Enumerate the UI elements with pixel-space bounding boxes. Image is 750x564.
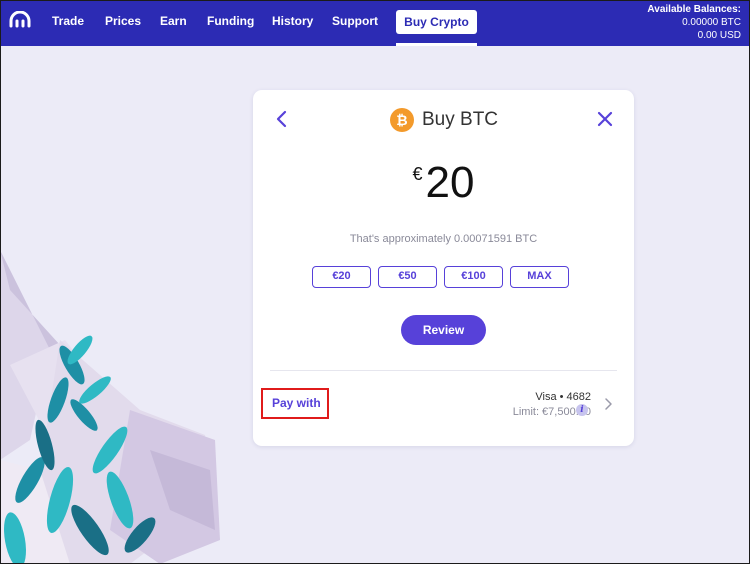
card-header: ₿ Buy BTC — [390, 107, 498, 133]
bitcoin-icon: ₿ — [390, 108, 414, 132]
decorative-illustration — [0, 250, 220, 564]
top-nav: Trade Prices Earn Funding History Suppor… — [0, 0, 750, 46]
nav-trade[interactable]: Trade — [52, 14, 84, 28]
available-balances: Available Balances: 0.00000 BTC 0.00 USD — [647, 3, 741, 42]
balances-title: Available Balances: — [647, 4, 741, 15]
amount-display[interactable]: €20 — [253, 158, 634, 208]
chevron-right-icon[interactable] — [603, 397, 613, 411]
nav-funding[interactable]: Funding — [207, 14, 254, 28]
card-title: Buy BTC — [422, 109, 499, 130]
nav-buy-crypto[interactable]: Buy Crypto — [396, 10, 477, 46]
review-button[interactable]: Review — [401, 315, 486, 345]
payment-card-label: Visa • 4682 — [535, 391, 591, 403]
info-icon[interactable]: i — [576, 404, 588, 416]
balance-usd: 0.00 USD — [697, 30, 741, 41]
back-arrow-icon[interactable] — [273, 109, 291, 129]
preset-100-button[interactable]: €100 — [444, 266, 503, 288]
divider — [270, 370, 617, 371]
pay-with-link[interactable]: Pay with — [261, 388, 329, 419]
nav-history[interactable]: History — [272, 14, 313, 28]
preset-20-button[interactable]: €20 — [312, 266, 371, 288]
approx-btc-text: That's approximately 0.00071591 BTC — [349, 233, 538, 245]
nav-earn[interactable]: Earn — [160, 14, 187, 28]
preset-max-button[interactable]: MAX — [510, 266, 569, 288]
buy-card: ₿ Buy BTC €20 That's approximately 0.000… — [253, 90, 634, 446]
amount-value: 20 — [425, 158, 475, 207]
close-icon[interactable] — [596, 110, 614, 128]
currency-symbol: € — [412, 164, 423, 184]
nav-prices[interactable]: Prices — [105, 14, 141, 28]
preset-50-button[interactable]: €50 — [378, 266, 437, 288]
nav-support[interactable]: Support — [332, 14, 378, 28]
preset-amounts: €20 €50 €100 MAX — [312, 266, 569, 288]
balance-btc: 0.00000 BTC — [682, 17, 741, 28]
kraken-logo-icon[interactable] — [9, 11, 31, 33]
